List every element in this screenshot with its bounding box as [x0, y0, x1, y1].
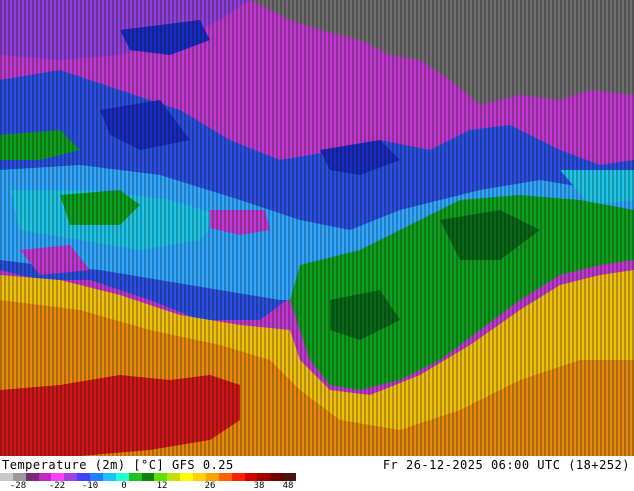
valid-time: Fr 26-12-2025 06:00 UTC (18+252): [382, 458, 630, 472]
map-footer: Temperature (2m) [°C] GFS 0.25 Fr 26-12-…: [0, 456, 634, 491]
color-swatch: [128, 473, 142, 481]
color-swatch: [205, 473, 219, 481]
color-swatch: [167, 473, 181, 481]
color-swatch: [154, 473, 168, 481]
color-swatch: [193, 473, 207, 481]
color-swatch: [77, 473, 91, 481]
color-swatch: [64, 473, 78, 481]
color-swatch: [180, 473, 194, 481]
temperature-map: [0, 0, 634, 456]
value-labels-overlay: [0, 0, 634, 456]
color-scale-bar: [0, 473, 297, 481]
color-swatch: [244, 473, 258, 481]
color-swatch: [90, 473, 104, 481]
color-swatch: [102, 473, 116, 481]
color-swatch: [25, 473, 39, 481]
color-swatch: [0, 473, 13, 481]
color-swatch: [12, 473, 26, 481]
color-swatch: [218, 473, 232, 481]
color-swatch: [38, 473, 52, 481]
color-swatch: [51, 473, 65, 481]
color-swatch: [231, 473, 245, 481]
color-swatch: [115, 473, 129, 481]
color-swatch: [141, 473, 155, 481]
scale-arrow-tip: [288, 473, 296, 481]
color-swatch: [257, 473, 271, 481]
map-title: Temperature (2m) [°C] GFS 0.25: [2, 458, 234, 472]
color-swatch: [270, 473, 284, 481]
